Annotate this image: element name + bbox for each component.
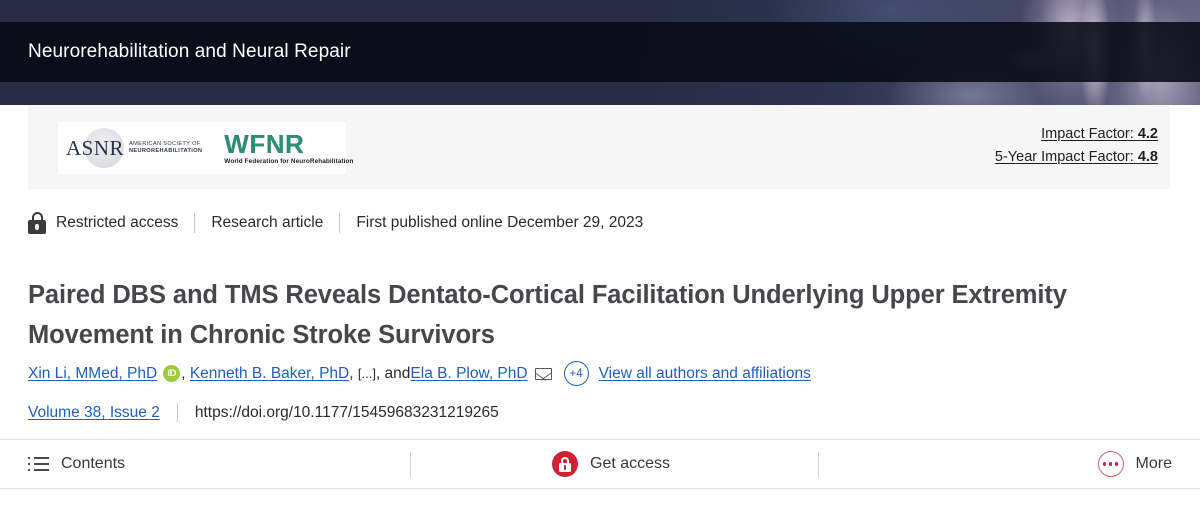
view-all-authors-link[interactable]: View all authors and affiliations [599,364,811,384]
wfnr-wordmark: WFNR [224,131,353,157]
wfnr-tagline: World Federation for NeuroRehabilitation [224,157,354,165]
get-access-label: Get access [590,455,671,472]
five-year-impact-factor-link[interactable]: 5-Year Impact Factor: 4.8 [995,146,1158,169]
wfnr-logo: WFNR World Federation for NeuroRehabilit… [224,131,354,165]
authors-conjunction: , and [375,364,411,382]
publication-divider [176,403,178,422]
author-separator: , [181,364,190,382]
additional-authors-badge[interactable]: +4 [563,361,589,386]
five-year-impact-factor-label: 5-Year Impact Factor: [994,149,1134,165]
lock-icon [28,212,46,234]
ellipsis-icon [1097,451,1124,477]
more-button[interactable]: More [1097,440,1172,488]
publication-date-label: First published online December 29, 2023 [356,214,644,231]
list-icon [28,456,49,472]
authors-row: Xin Li, MMed, PhD iD , Kenneth B. Baker,… [28,361,811,386]
article-toolbar: Contents Get access More [0,439,1200,489]
contents-button[interactable]: Contents [28,440,125,488]
asnr-subtitle-line1: AMERICAN SOCIETY OF [129,140,201,147]
publication-info-row: Volume 38, Issue 2 https://doi.org/10.11… [28,403,499,422]
asnr-wordmark: ASNR [66,135,125,160]
page-title: Paired DBS and TMS Reveals Dentato-Corti… [28,281,1067,350]
meta-divider [339,213,341,233]
volume-issue-link[interactable]: Volume 38, Issue 2 [28,404,160,422]
doi-text[interactable]: https://doi.org/10.1177/1545968323121926… [195,404,499,422]
asnr-subtitle: AMERICAN SOCIETY OF NEUROREHABILITATION [129,141,202,156]
email-icon[interactable] [534,367,552,380]
more-label: More [1135,455,1172,472]
access-status-label: Restricted access [56,214,179,231]
authors-ellipsis: [...] [357,365,376,381]
society-logos: ASNR AMERICAN SOCIETY OF NEUROREHABILITA… [58,122,353,174]
impact-factor-label: Impact Factor: [1041,126,1134,142]
impact-factor-block: Impact Factor: 4.2 5-Year Impact Factor:… [995,123,1158,169]
asnr-logo: ASNR AMERICAN SOCIETY OF NEUROREHABILITA… [66,128,202,168]
toolbar-divider [818,452,819,478]
journal-title: Neurorehabilitation and Neural Repair [28,41,351,62]
red-lock-icon [552,451,578,477]
contents-label: Contents [61,455,126,472]
author-separator: , [349,364,358,382]
article-landing-page: Neurorehabilitation and Neural Repair AS… [0,0,1200,517]
author-link-first[interactable]: Xin Li, MMed, PhD [28,364,157,384]
journal-header-banner: Neurorehabilitation and Neural Repair [0,0,1200,105]
toolbar-divider [410,452,411,478]
article-meta-row: Restricted access Research article First… [28,212,643,234]
journal-title-band: Neurorehabilitation and Neural Repair [0,22,1200,82]
get-access-button[interactable]: Get access [552,440,670,488]
article-type-label: Research article [211,214,324,231]
asnr-subtitle-line2: NEUROREHABILITATION [129,148,203,154]
society-logo-strip: ASNR AMERICAN SOCIETY OF NEUROREHABILITA… [28,105,1170,189]
orcid-icon[interactable]: iD [163,365,181,382]
author-link-last[interactable]: Ela B. Plow, PhD [410,364,527,384]
impact-factor-value: 4.2 [1137,126,1158,142]
author-link-second[interactable]: Kenneth B. Baker, PhD [190,364,349,384]
five-year-impact-factor-value: 4.8 [1137,149,1158,165]
meta-divider [194,213,196,233]
impact-factor-link[interactable]: Impact Factor: 4.2 [995,123,1158,146]
